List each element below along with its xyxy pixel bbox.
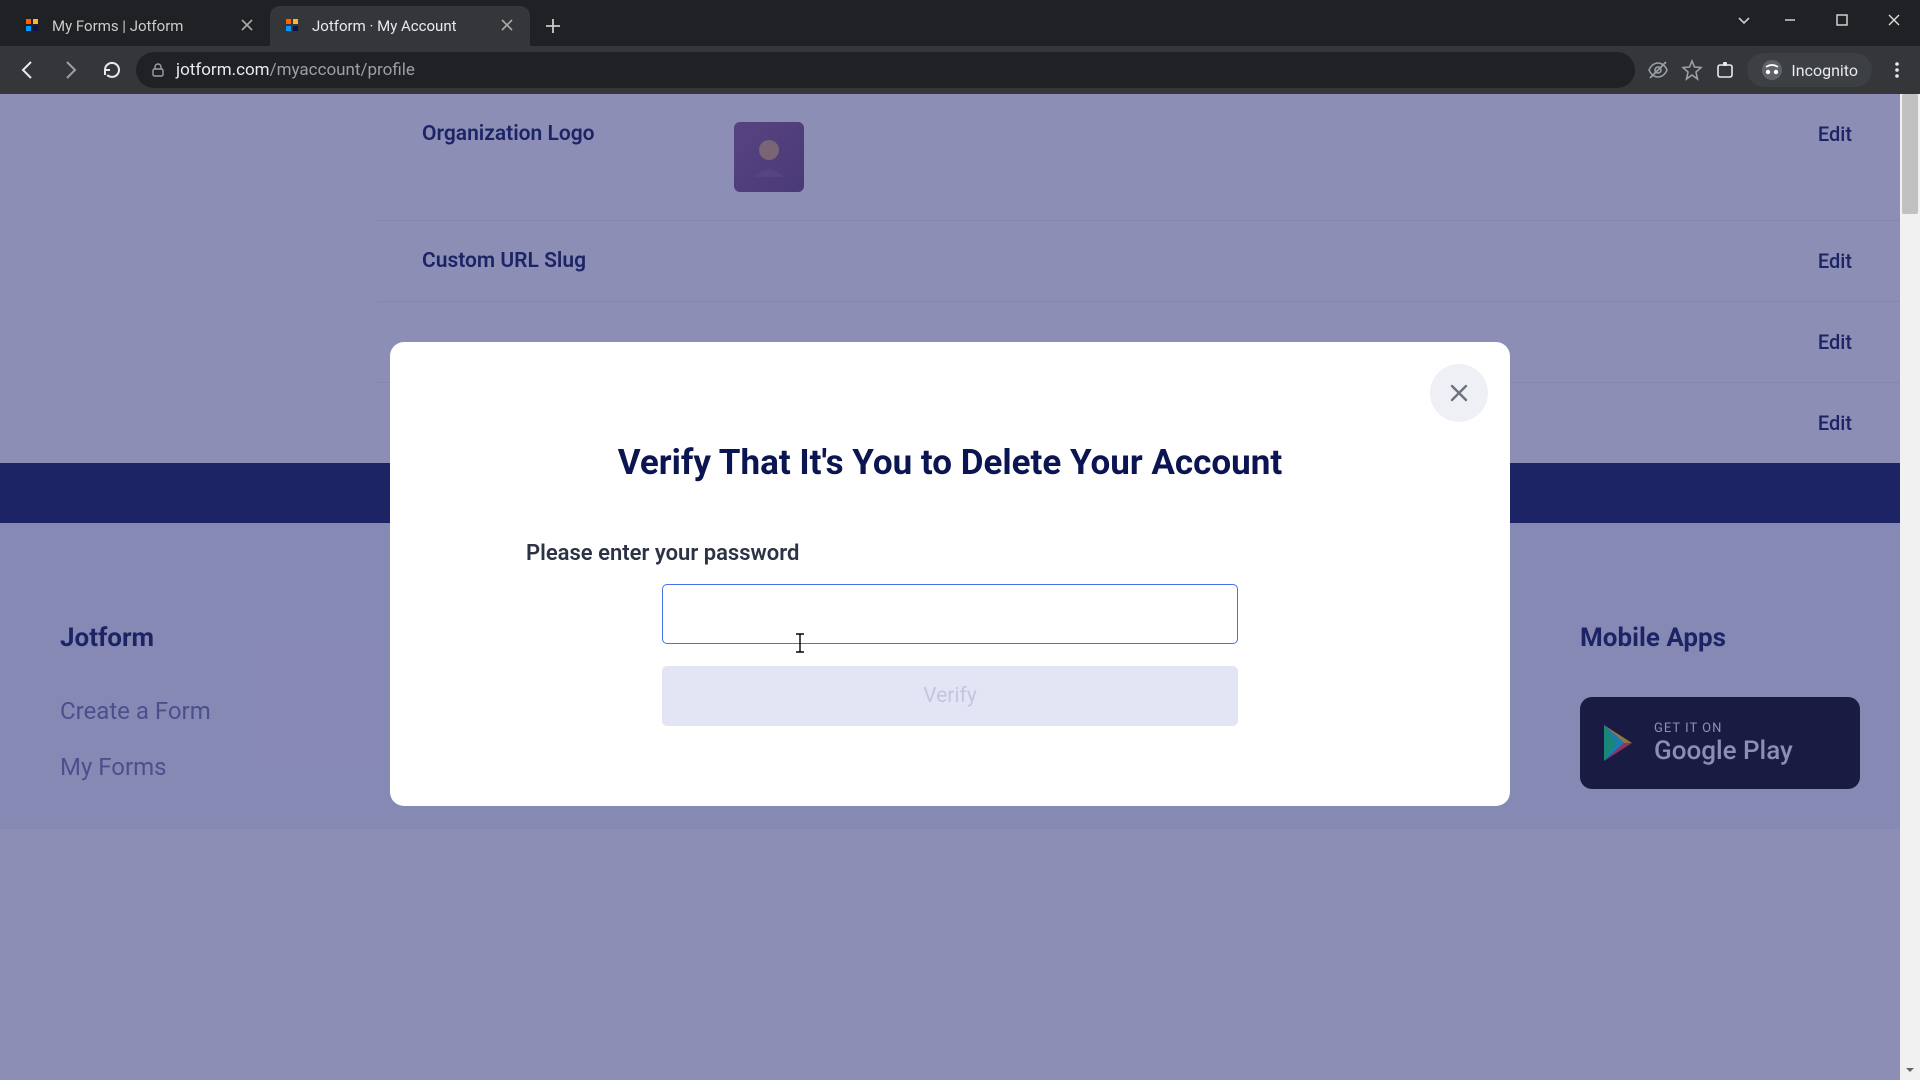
scrollbar[interactable] <box>1900 94 1920 1080</box>
new-tab-button[interactable] <box>536 9 570 43</box>
modal-title: Verify That It's You to Delete Your Acco… <box>460 442 1440 483</box>
password-input[interactable] <box>662 584 1238 644</box>
tab-2-active[interactable]: Jotform · My Account <box>270 6 530 46</box>
modal-subtitle: Please enter your password <box>526 541 1440 566</box>
text-cursor-icon <box>794 632 806 654</box>
tab-search-button[interactable] <box>1724 12 1764 28</box>
tab-bar: My Forms | Jotform Jotform · My Account <box>0 0 1920 46</box>
menu-icon[interactable] <box>1884 61 1910 79</box>
eye-off-icon[interactable] <box>1647 59 1669 81</box>
extensions-icon[interactable] <box>1715 60 1735 80</box>
tab-title: Jotform · My Account <box>312 17 490 35</box>
back-button[interactable] <box>10 52 46 88</box>
lock-icon <box>150 62 166 78</box>
url-text: jotform.com/myaccount/profile <box>176 60 415 80</box>
browser-chrome: My Forms | Jotform Jotform · My Account <box>0 0 1920 94</box>
bookmark-icon[interactable] <box>1681 59 1703 81</box>
jotform-favicon-icon <box>24 17 42 35</box>
close-icon[interactable] <box>240 18 256 34</box>
reload-button[interactable] <box>94 52 130 88</box>
close-icon[interactable] <box>500 18 516 34</box>
tab-title: My Forms | Jotform <box>52 17 230 35</box>
forward-button[interactable] <box>52 52 88 88</box>
minimize-button[interactable] <box>1764 0 1816 40</box>
incognito-label: Incognito <box>1791 61 1858 80</box>
tab-1[interactable]: My Forms | Jotform <box>10 6 270 46</box>
window-controls <box>1724 0 1920 40</box>
modal-overlay[interactable]: Verify That It's You to Delete Your Acco… <box>0 94 1900 1080</box>
verify-delete-modal: Verify That It's You to Delete Your Acco… <box>390 342 1510 806</box>
jotform-favicon-icon <box>284 17 302 35</box>
scrollbar-thumb[interactable] <box>1902 94 1918 214</box>
incognito-badge[interactable]: Incognito <box>1747 53 1872 87</box>
window-close-button[interactable] <box>1868 0 1920 40</box>
maximize-button[interactable] <box>1816 0 1868 40</box>
scroll-down-icon[interactable] <box>1900 1060 1920 1080</box>
close-icon <box>1448 382 1470 404</box>
address-bar: jotform.com/myaccount/profile Incognito <box>0 46 1920 94</box>
incognito-icon <box>1761 59 1783 81</box>
verify-button[interactable]: Verify <box>662 666 1238 726</box>
modal-close-button[interactable] <box>1430 364 1488 422</box>
url-input[interactable]: jotform.com/myaccount/profile <box>136 52 1635 88</box>
